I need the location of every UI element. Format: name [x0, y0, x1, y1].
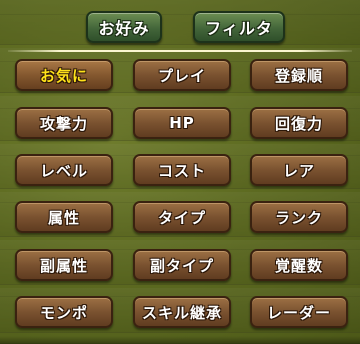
sort-button-play[interactable]: プレイ [133, 59, 231, 91]
sort-button-rank[interactable]: ランク [250, 201, 348, 233]
sort-menu-screen: お好み フィルタ お気に プレイ 登録順 攻撃力 HP 回復力 レベル コスト … [0, 0, 360, 344]
sort-button-sub-type[interactable]: 副タイプ [133, 249, 231, 281]
sort-button-attribute[interactable]: 属性 [15, 201, 113, 233]
bottom-shadow [0, 336, 360, 344]
sort-button-monster-points[interactable]: モンポ [15, 296, 113, 328]
sort-button-skill-inherit[interactable]: スキル継承 [133, 296, 231, 328]
sort-button-recovery[interactable]: 回復力 [250, 107, 348, 139]
sort-button-type[interactable]: タイプ [133, 201, 231, 233]
sort-button-favorite[interactable]: お気に [15, 59, 113, 91]
sort-button-awakening-count[interactable]: 覚醒数 [250, 249, 348, 281]
sort-button-attack[interactable]: 攻撃力 [15, 107, 113, 139]
sort-button-level[interactable]: レベル [15, 154, 113, 186]
sort-button-rarity[interactable]: レア [250, 154, 348, 186]
sort-button-hp[interactable]: HP [133, 107, 231, 139]
sort-button-radar[interactable]: レーダー [250, 296, 348, 328]
sort-button-sub-attribute[interactable]: 副属性 [15, 249, 113, 281]
sort-option-grid: お気に プレイ 登録順 攻撃力 HP 回復力 レベル コスト レア 属性 タイプ… [0, 0, 360, 344]
sort-button-cost[interactable]: コスト [133, 154, 231, 186]
sort-button-registration-order[interactable]: 登録順 [250, 59, 348, 91]
